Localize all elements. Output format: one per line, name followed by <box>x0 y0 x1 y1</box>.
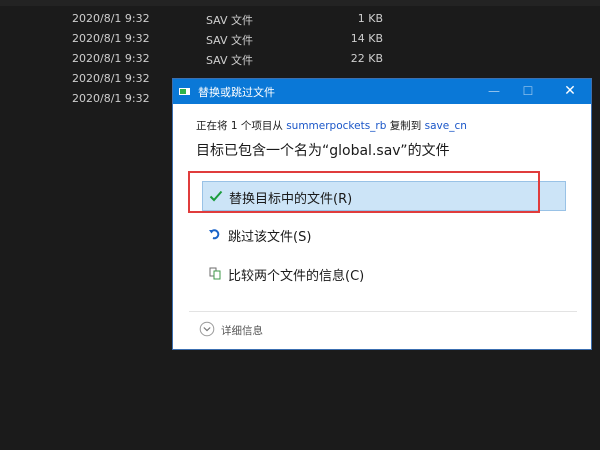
skip-arrow-icon <box>209 229 220 240</box>
dialog-titlebar[interactable]: 替换或跳过文件 — ☐ ✕ <box>173 79 591 104</box>
destination-folder-link[interactable]: save_cn <box>425 120 467 132</box>
file-row[interactable]: 2020/8/1 9:32 SAV 文件 1 KB <box>0 10 600 30</box>
compare-files-icon <box>209 267 221 280</box>
minimize-button[interactable]: — <box>477 79 511 104</box>
file-size: 22 KB <box>350 52 383 65</box>
file-date: 2020/8/1 9:32 <box>72 12 150 25</box>
file-type: SAV 文件 <box>206 14 254 27</box>
file-date: 2020/8/1 9:32 <box>72 32 150 45</box>
dialog-title: 替换或跳过文件 <box>198 86 275 99</box>
source-folder-link[interactable]: summerpockets_rb <box>286 120 386 132</box>
divider <box>189 311 577 312</box>
compare-files-label: 比较两个文件的信息(C) <box>228 269 365 284</box>
copy-info: 正在将 1 个项目从 summerpockets_rb 复制到 save_cn <box>196 118 467 133</box>
more-details-label: 详细信息 <box>221 325 263 337</box>
copy-info-middle: 复制到 <box>386 120 425 132</box>
file-date: 2020/8/1 9:32 <box>72 92 150 105</box>
file-date: 2020/8/1 9:32 <box>72 72 150 85</box>
explorer-top-strip <box>0 0 600 6</box>
copy-files-icon <box>179 88 190 95</box>
replace-file-label: 替换目标中的文件(R) <box>229 192 353 207</box>
file-type: SAV 文件 <box>206 34 254 47</box>
close-button[interactable]: ✕ <box>553 79 587 104</box>
file-size: 1 KB <box>357 12 383 25</box>
file-row[interactable]: 2020/8/1 9:32 SAV 文件 14 KB <box>0 30 600 50</box>
compare-files-option[interactable]: 比较两个文件的信息(C) <box>202 259 566 289</box>
checkmark-icon <box>209 190 223 202</box>
file-row[interactable]: 2020/8/1 9:32 SAV 文件 22 KB <box>0 50 600 70</box>
file-date: 2020/8/1 9:32 <box>72 52 150 65</box>
maximize-button[interactable]: ☐ <box>511 79 545 104</box>
skip-file-option[interactable]: 跳过该文件(S) <box>202 220 566 250</box>
file-type: SAV 文件 <box>206 54 254 67</box>
replace-or-skip-dialog: 替换或跳过文件 — ☐ ✕ 正在将 1 个项目从 summerpockets_r… <box>172 78 592 350</box>
more-details-toggle[interactable]: 详细信息 <box>199 320 319 340</box>
skip-file-label: 跳过该文件(S) <box>228 230 312 245</box>
copy-info-prefix: 正在将 1 个项目从 <box>196 120 287 132</box>
conflict-headline: 目标已包含一个名为“global.sav”的文件 <box>196 143 450 159</box>
replace-file-option[interactable]: 替换目标中的文件(R) <box>202 181 566 211</box>
file-size: 14 KB <box>350 32 383 45</box>
chevron-down-circle-icon <box>199 321 215 337</box>
